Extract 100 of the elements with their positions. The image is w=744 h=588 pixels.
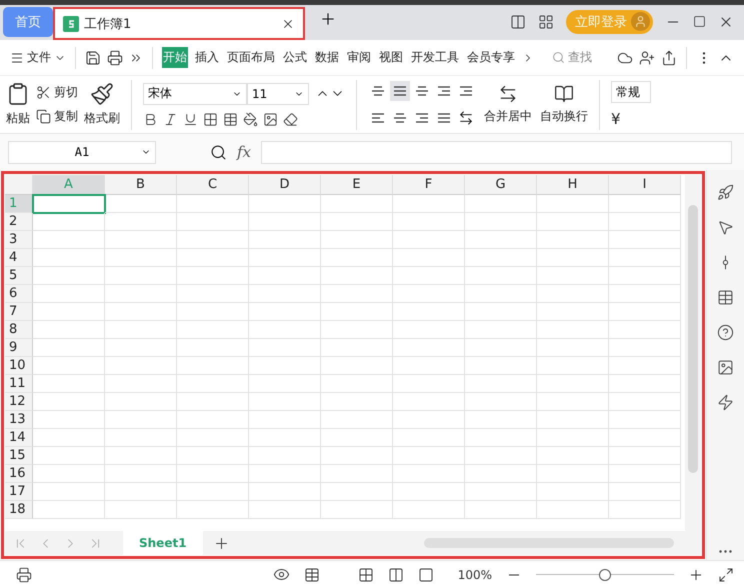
grid-cell[interactable] (465, 465, 537, 483)
merge-center-button[interactable]: 合并居中 (484, 84, 532, 125)
grid-cell[interactable] (33, 285, 105, 303)
help-icon[interactable] (717, 324, 734, 341)
grid-cell[interactable] (321, 447, 393, 465)
grid-cell[interactable] (393, 285, 465, 303)
grid-cell[interactable] (321, 429, 393, 447)
grid-cell[interactable] (249, 447, 321, 465)
vertical-scrollbar[interactable] (685, 175, 701, 531)
grid-cell[interactable] (465, 447, 537, 465)
grid-cell[interactable] (537, 285, 609, 303)
grid-cell[interactable] (249, 339, 321, 357)
grid-cell[interactable] (321, 285, 393, 303)
grid-cell[interactable] (465, 375, 537, 393)
wrap-text-button[interactable]: 自动换行 (540, 84, 588, 125)
row-header[interactable]: 15 (5, 447, 33, 465)
grid-cell[interactable] (393, 429, 465, 447)
grid-cell[interactable] (33, 249, 105, 267)
row-header[interactable]: 8 (5, 321, 33, 339)
grid-cell[interactable] (105, 465, 177, 483)
grid-cell[interactable] (537, 213, 609, 231)
grid-cell[interactable] (537, 195, 609, 213)
grid-cell[interactable] (177, 465, 249, 483)
grid-cell[interactable] (465, 195, 537, 213)
grid-cell[interactable] (33, 447, 105, 465)
grid-cell[interactable] (105, 321, 177, 339)
grid-cell[interactable] (33, 357, 105, 375)
grid-cell[interactable] (105, 249, 177, 267)
currency-button[interactable]: ¥ (611, 110, 651, 128)
row-header[interactable]: 6 (5, 285, 33, 303)
zoom-icon[interactable] (210, 144, 227, 160)
grid-cell[interactable] (105, 375, 177, 393)
grid-cell[interactable] (393, 447, 465, 465)
grid-cell[interactable] (537, 375, 609, 393)
grid-cell[interactable] (33, 303, 105, 321)
select-all-corner[interactable] (5, 175, 33, 195)
row-header[interactable]: 3 (5, 231, 33, 249)
grid-cell[interactable] (537, 267, 609, 285)
grid-cell[interactable] (105, 303, 177, 321)
grid-cell[interactable] (537, 429, 609, 447)
grid-cell[interactable] (609, 303, 681, 321)
grid-cell[interactable] (393, 357, 465, 375)
row-header[interactable]: 2 (5, 213, 33, 231)
grid-cell[interactable] (177, 321, 249, 339)
grid-cell[interactable] (33, 483, 105, 501)
paste-button[interactable]: 粘贴 (6, 82, 30, 127)
grid-cell[interactable] (321, 411, 393, 429)
grid-cell[interactable] (249, 483, 321, 501)
grid-cell[interactable] (105, 267, 177, 285)
grid-cell[interactable] (105, 285, 177, 303)
grid-cell[interactable] (177, 195, 249, 213)
active-cell[interactable] (33, 195, 105, 213)
grid-cell[interactable] (321, 213, 393, 231)
grid-cell[interactable] (465, 357, 537, 375)
grid-cell[interactable] (465, 213, 537, 231)
number-format-select[interactable]: 常规 (611, 81, 651, 103)
grid-cell[interactable] (393, 501, 465, 519)
grid-cell[interactable] (105, 411, 177, 429)
function-label[interactable]: fx (237, 143, 252, 161)
grid-cell[interactable] (393, 195, 465, 213)
apps-icon[interactable] (538, 14, 554, 30)
italic-icon[interactable] (163, 112, 178, 126)
column-header[interactable]: D (249, 175, 321, 195)
normal-view-icon[interactable] (358, 566, 374, 582)
ribbon-tab[interactable]: 审阅 (346, 47, 372, 68)
grid-cell[interactable] (465, 339, 537, 357)
grid-cell[interactable] (249, 303, 321, 321)
ribbon-tab[interactable]: 开发工具 (410, 47, 460, 68)
grid-cell[interactable] (537, 411, 609, 429)
grid-cell[interactable] (105, 339, 177, 357)
window-layout-icon[interactable] (510, 14, 526, 30)
grid-cell[interactable] (33, 465, 105, 483)
table-icon[interactable] (717, 289, 734, 306)
grid-cell[interactable] (249, 267, 321, 285)
grid-cell[interactable] (105, 213, 177, 231)
grid-cell[interactable] (177, 285, 249, 303)
row-header[interactable]: 18 (5, 501, 33, 519)
grid-cell[interactable] (537, 465, 609, 483)
grid-cell[interactable] (177, 213, 249, 231)
grid-cell[interactable] (609, 393, 681, 411)
row-header[interactable]: 16 (5, 465, 33, 483)
grid-cell[interactable] (393, 483, 465, 501)
borders-icon[interactable] (203, 112, 218, 126)
column-header[interactable]: H (537, 175, 609, 195)
distribute-icon[interactable] (458, 110, 474, 126)
grid-cell[interactable] (177, 501, 249, 519)
grid-cell[interactable] (321, 321, 393, 339)
grid-cell[interactable] (393, 321, 465, 339)
grid-cell[interactable] (465, 411, 537, 429)
ribbon-tab[interactable]: 插入 (194, 47, 220, 68)
grid-cell[interactable] (321, 483, 393, 501)
grid-cell[interactable] (33, 501, 105, 519)
grid-cell[interactable] (321, 375, 393, 393)
grid-cell[interactable] (321, 465, 393, 483)
fill-color-icon[interactable] (243, 112, 258, 126)
grid-cell[interactable] (249, 375, 321, 393)
grid-cell[interactable] (249, 213, 321, 231)
grid-cell[interactable] (249, 411, 321, 429)
grid-cell[interactable] (33, 411, 105, 429)
grid-cell[interactable] (465, 303, 537, 321)
